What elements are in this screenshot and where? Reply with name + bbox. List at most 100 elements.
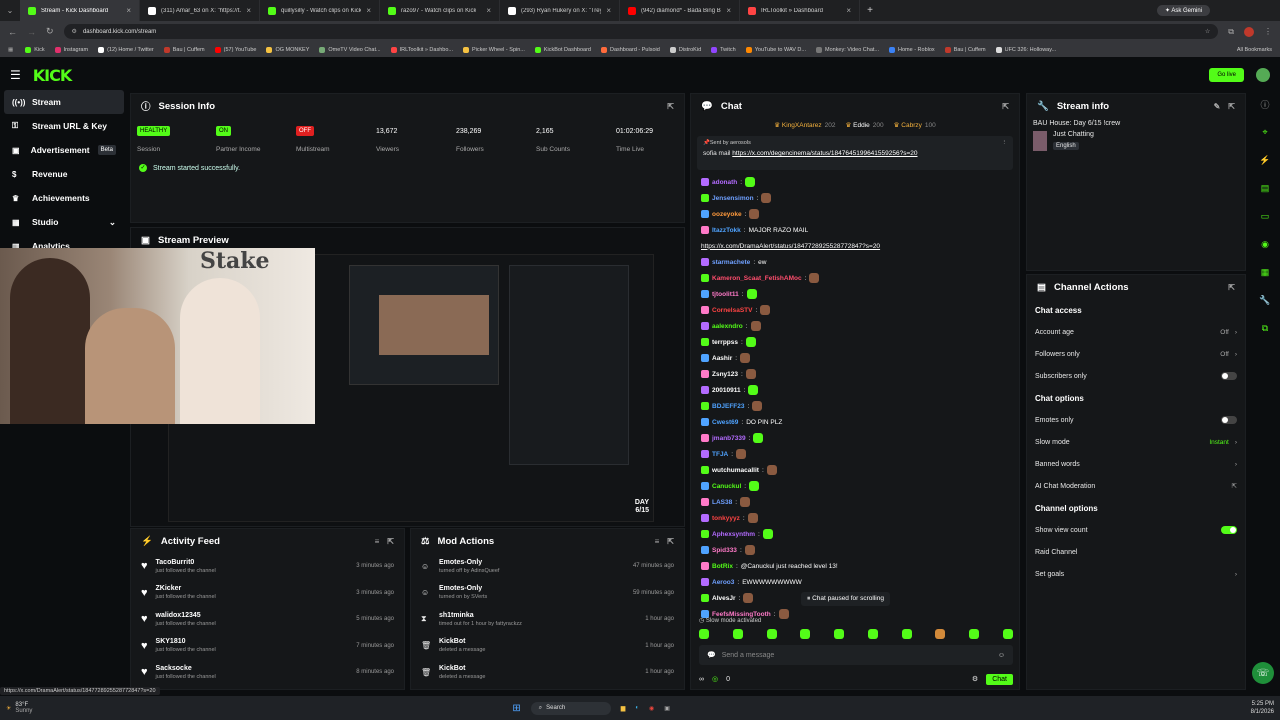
bookmark-item[interactable]: Instagram [54,46,88,53]
chat-username[interactable]: LAS38 [712,499,732,506]
sidebar-item-studio[interactable]: ▦ Studio ⌄ [0,210,128,234]
bookmark-item[interactable]: OG MONKEY [266,46,309,53]
pinned-link[interactable]: https://x.com/degencinema/status/1847645… [732,150,917,157]
bookmark-item[interactable]: (57) YouTube [214,46,256,53]
popout-icon[interactable]: ⇱ [667,537,674,546]
bookmark-item[interactable]: Home - Roblox [889,46,935,53]
chat-message[interactable]: Aphexsynthm: [691,526,1019,542]
chat-message[interactable]: adonath: [691,174,1019,190]
chat-link[interactable]: https://x.com/DramaAlert/status/18477289… [701,243,880,250]
browser-tab[interactable]: quillysilly - Watch clips on Kick × [260,0,380,21]
profile-avatar[interactable] [1244,26,1254,37]
raid-channel-row[interactable]: Raid Channel [1027,541,1245,563]
sidebar-item-advertisement[interactable]: ▣ Advertisement Beta [0,138,128,162]
chat-username[interactable]: BotRix [712,563,733,570]
chat-username[interactable]: Aeroo3 [712,579,734,586]
top-gifter[interactable]: ♛ Eddie 200 [846,121,884,129]
back-icon[interactable]: ← [8,27,17,37]
bookmark-item[interactable]: IRLToolkit » Dashbo... [390,46,453,53]
chat-message[interactable]: 20010911: [691,382,1019,398]
sidebar-item-stream-url-key[interactable]: ⚿ Stream URL & Key [0,114,128,138]
chat-username[interactable]: 20010911 [712,387,741,394]
emotes-only-toggle[interactable] [1221,416,1237,424]
chat-message[interactable]: BotRix: @Canuckul just reached level 13! [691,558,1019,574]
popout-icon[interactable]: ⇱ [1002,102,1009,111]
bookmark-item[interactable]: YouTube to WAV D... [745,46,806,53]
chat-message[interactable]: tonkyyyz: [691,510,1019,526]
browser-tab[interactable]: razo97 - Watch clips on Kick × [380,0,500,21]
chat-username[interactable]: oozeyoke [712,211,742,218]
set-goals-row[interactable]: Set goals › [1027,563,1245,585]
chat-message[interactable]: Aeroo3: EWWWWWWWWW [691,574,1019,590]
chat-username[interactable]: starmachete [712,259,750,266]
slow-mode-row[interactable]: Slow mode Instant › [1027,431,1245,453]
popout-icon[interactable]: ⇱ [667,102,674,111]
bookmark-item[interactable]: Bau | Cuffem [944,46,986,53]
chat-message[interactable]: TFJA: [691,446,1019,462]
chat-message[interactable]: Kameron_Scaat_FetishAMoc: [691,270,1019,286]
chat-username[interactable]: wutchumacallit [712,467,759,474]
close-icon[interactable]: × [486,6,491,15]
bookmark-item[interactable]: (12) Home / Twitter [98,46,154,53]
chat-username[interactable]: AlvesJr [712,595,736,602]
browser-tab[interactable]: IRLToolkit » Dashboard × [740,0,860,21]
chat-username[interactable]: Cwest69 [712,419,738,426]
chat-username[interactable]: Zsny123 [712,371,738,378]
user-avatar[interactable] [1256,68,1270,82]
subscribers-only-toggle[interactable] [1221,372,1237,380]
browser-menu-icon[interactable]: ⋮ [1264,27,1272,36]
extensions-icon[interactable]: ⧉ [1228,27,1234,37]
popout-icon[interactable]: ⇱ [387,537,394,546]
info-icon[interactable]: ⓘ [1258,97,1272,111]
layout-icon[interactable]: ▦ [1258,265,1272,279]
ask-gemini-button[interactable]: ✦ Ask Gemini [1156,5,1210,16]
all-bookmarks[interactable]: All Bookmarks [1237,47,1272,53]
close-icon[interactable]: × [126,6,131,15]
chat-message[interactable]: BDJEFF23: [691,398,1019,414]
filter-icon[interactable]: ≡ [655,537,660,546]
chat-username[interactable]: Canuckul [712,483,741,490]
sidebar-item-revenue[interactable]: $ Revenue [0,162,128,186]
chat-username[interactable]: BDJEFF23 [712,403,745,410]
app-icon[interactable]: ▣ [664,705,670,712]
kick-logo[interactable]: KICK [33,66,72,85]
ai-moderation-row[interactable]: AI Chat Moderation ⇱ [1027,475,1245,497]
tab-search-icon[interactable]: ⌄ [0,6,20,15]
bolt-icon[interactable]: ⚡ [1258,153,1272,167]
apps-icon[interactable]: ▦ [8,47,13,53]
sidebar-item-stream[interactable]: ((•)) Stream [4,90,124,114]
bookmark-item[interactable]: Dashboard - Pulsoid [600,46,660,53]
broadcast-icon[interactable]: ◉ [1258,237,1272,251]
top-gifter[interactable]: ♛ Cabrzy 100 [894,121,936,129]
chat-username[interactable]: Jensensimon [712,195,754,202]
chat-message[interactable]: Cwest69: DO PIN PLZ [691,414,1019,430]
menu-icon[interactable]: ☰ [10,68,21,82]
bookmark-item[interactable]: KickBot Dashboard [534,46,591,53]
chat-username[interactable]: ItazzTokk [712,227,741,234]
chat-username[interactable]: tjtoolit11 [712,291,739,298]
target-icon[interactable]: ⌖ [1258,125,1272,139]
chat-message[interactable]: Canuckul: [691,478,1019,494]
bookmark-star-icon[interactable]: ☆ [1205,28,1210,35]
share-icon[interactable]: ⧉ [1258,321,1272,335]
bookmark-item[interactable]: Monkey: Video Chat... [815,46,879,53]
edge-icon[interactable]: ◐ [635,705,639,711]
bookmark-item[interactable]: DistroKid [669,46,701,53]
popout-icon[interactable]: ⇱ [1228,102,1235,111]
emote-8[interactable] [935,629,946,639]
bookmark-item[interactable]: Kick [25,46,45,53]
close-icon[interactable]: × [246,6,251,15]
close-icon[interactable]: × [726,6,731,15]
bookmark-item[interactable]: UFC 326: Holloway... [995,46,1056,53]
chat-message[interactable]: tjtoolit11: [691,286,1019,302]
show-view-count-toggle[interactable] [1221,526,1237,534]
clock[interactable]: 5:25 PM 8/1/2026 [1251,700,1274,716]
chat-paused-banner[interactable]: ⏸ Chat paused for scrolling [801,592,890,606]
chat-message-link[interactable]: https://x.com/DramaAlert/status/18477289… [691,238,1019,254]
explorer-icon[interactable]: ▆ [621,705,626,712]
weather-widget[interactable]: ☀ 83°F Sunny [6,702,32,714]
infinity-icon[interactable]: ∞ [699,676,704,683]
chat-message[interactable]: starmachete: ew [691,254,1019,270]
document-icon[interactable]: ▤ [1258,181,1272,195]
close-icon[interactable]: × [606,6,611,15]
